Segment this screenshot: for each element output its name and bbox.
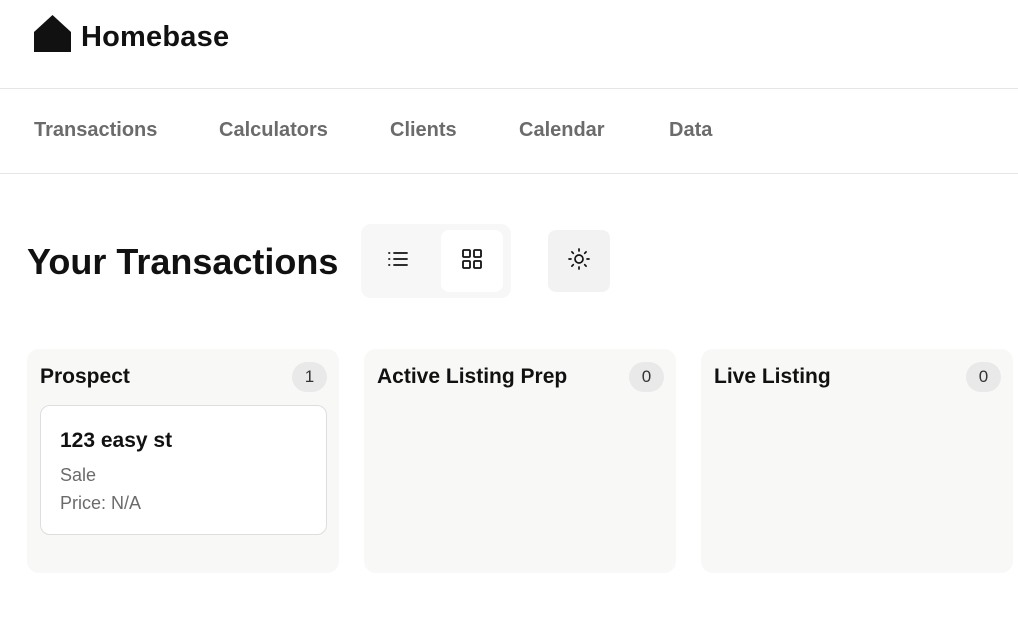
nav-item-clients[interactable]: Clients: [390, 119, 457, 142]
nav-item-calculators[interactable]: Calculators: [219, 119, 328, 142]
card-type: Sale: [60, 465, 97, 485]
card-price: Price: N/A: [60, 493, 142, 513]
theme-toggle-button[interactable]: [548, 230, 610, 292]
column-prospect: Prospect 1 123 easy st Sale Price: N/A: [27, 349, 339, 573]
column-title: Prospect: [40, 365, 130, 388]
main-nav: Transactions Calculators Clients Calenda…: [0, 89, 1018, 174]
grid-icon: [460, 247, 484, 276]
column-active-listing-prep: Active Listing Prep 0: [364, 349, 676, 573]
transaction-card[interactable]: 123 easy st Sale Price: N/A: [40, 405, 327, 535]
house-icon: [33, 14, 73, 54]
column-live-listing: Live Listing 0: [701, 349, 1013, 573]
list-view-button[interactable]: [367, 230, 429, 292]
nav-item-calendar[interactable]: Calendar: [519, 119, 605, 142]
nav-item-transactions[interactable]: Transactions: [34, 119, 157, 142]
view-toggle: [361, 224, 511, 298]
grid-view-button[interactable]: [441, 230, 503, 292]
logo[interactable]: Homebase: [33, 12, 229, 56]
card-title: 123 easy st: [60, 429, 173, 452]
list-icon: [386, 247, 410, 276]
column-title: Active Listing Prep: [377, 365, 568, 388]
top-bar: Homebase: [0, 0, 1018, 89]
column-title: Live Listing: [714, 365, 831, 388]
logo-text: Homebase: [81, 20, 230, 53]
column-count-badge: 0: [629, 362, 664, 392]
sun-icon: [567, 247, 591, 276]
nav-item-data[interactable]: Data: [669, 119, 712, 142]
page-title: Your Transactions: [27, 241, 339, 282]
column-count-badge: 1: [292, 362, 327, 392]
column-count-badge: 0: [966, 362, 1001, 392]
